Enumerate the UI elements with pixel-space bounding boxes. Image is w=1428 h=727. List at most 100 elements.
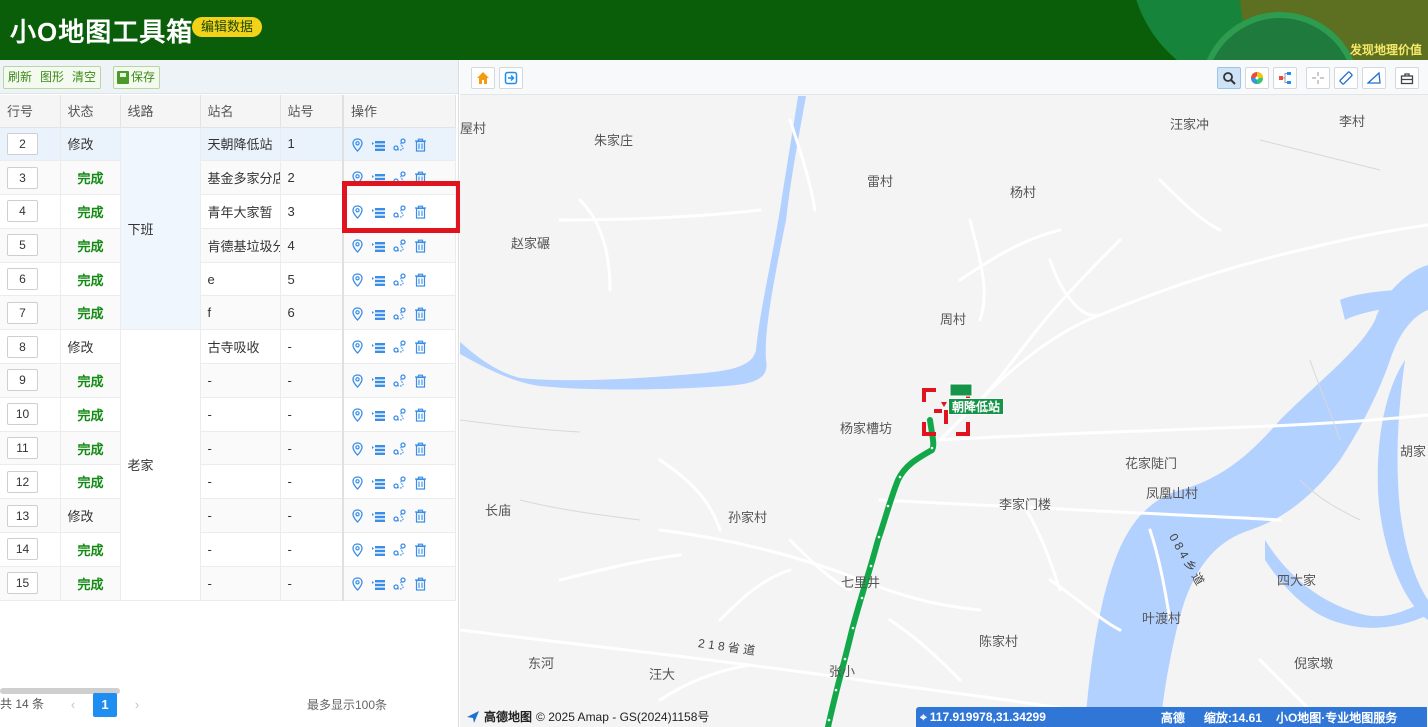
row-number-box[interactable]: 4 — [7, 200, 38, 223]
list-icon[interactable] — [372, 273, 385, 287]
delete-icon[interactable] — [414, 273, 427, 287]
locate-icon[interactable] — [351, 340, 364, 355]
row-number-box[interactable]: 5 — [7, 234, 38, 257]
list-icon[interactable] — [372, 442, 385, 456]
route-path-icon[interactable] — [393, 543, 406, 557]
route-path-icon[interactable] — [393, 307, 406, 321]
delete-icon[interactable] — [414, 442, 427, 456]
route-path-icon[interactable] — [393, 138, 406, 152]
table-row[interactable]: 12 完成 - - — [0, 464, 456, 500]
delete-icon[interactable] — [414, 307, 427, 321]
search-button[interactable] — [1217, 67, 1241, 89]
locate-icon[interactable] — [351, 408, 364, 422]
column-header-station-name[interactable]: 站名 — [200, 95, 281, 128]
list-icon[interactable] — [372, 239, 385, 253]
route-path-icon[interactable] — [393, 442, 406, 456]
route-path-icon[interactable] — [393, 340, 406, 354]
delete-icon[interactable] — [414, 340, 427, 355]
delete-icon[interactable] — [414, 543, 427, 557]
table-row[interactable]: 2 修改 下班 天朝降低站 1 — [0, 127, 456, 331]
measure-area-button[interactable] — [1362, 67, 1386, 89]
next-page-button[interactable]: › — [125, 693, 149, 717]
delete-icon[interactable] — [414, 374, 427, 388]
list-icon[interactable] — [372, 374, 385, 388]
delete-icon[interactable] — [414, 138, 427, 152]
table-row[interactable]: 5 完成 肯德基垃圾分 4 — [0, 228, 456, 263]
crosshair-button[interactable] — [1306, 67, 1330, 89]
save-button[interactable]: 保存 — [113, 66, 161, 89]
table-row[interactable]: 15 完成 - - — [0, 566, 456, 601]
locate-icon[interactable] — [351, 138, 364, 152]
route-path-icon[interactable] — [393, 239, 406, 253]
locate-icon[interactable] — [351, 307, 364, 321]
delete-icon[interactable] — [414, 408, 427, 422]
measure-distance-button[interactable] — [1334, 67, 1358, 89]
delete-icon[interactable] — [414, 239, 427, 253]
column-header-status[interactable]: 状态 — [60, 95, 121, 128]
row-number-box[interactable]: 3 — [7, 166, 38, 189]
list-icon[interactable] — [372, 577, 385, 591]
locate-button[interactable] — [499, 67, 523, 89]
row-number-box[interactable]: 9 — [7, 369, 38, 392]
row-number-box[interactable]: 2 — [7, 132, 38, 155]
table-row[interactable]: 7 完成 f 6 — [0, 295, 456, 331]
list-icon[interactable] — [372, 307, 385, 321]
table-row[interactable]: 14 完成 - - — [0, 532, 456, 567]
list-icon[interactable] — [372, 476, 385, 490]
locate-icon[interactable] — [351, 509, 364, 524]
map-view[interactable]: 屋村 朱家庄 汪家冲 李村 雷村 杨村 赵家碾 周村 杨家槽坊 花家陡门 胡家 … — [460, 60, 1428, 727]
page-1-button[interactable]: 1 — [93, 693, 117, 717]
station-label[interactable]: 朝降低站 — [948, 398, 1005, 415]
table-row[interactable]: 8 修改 老家 古寺吸收 - — [0, 329, 456, 601]
locate-icon[interactable] — [351, 239, 364, 253]
delete-icon[interactable] — [414, 509, 427, 524]
refresh-button[interactable]: 刷新 — [4, 67, 36, 88]
row-number-box[interactable]: 11 — [7, 437, 38, 460]
locate-icon[interactable] — [351, 374, 364, 389]
shape-button[interactable]: 图形 — [36, 67, 68, 88]
route-path-icon[interactable] — [393, 475, 406, 490]
row-number-box[interactable]: 14 — [7, 538, 38, 561]
row-number-box[interactable]: 7 — [7, 301, 38, 324]
table-row[interactable]: 9 完成 - - — [0, 363, 456, 398]
list-icon[interactable] — [372, 340, 385, 354]
home-button[interactable] — [471, 67, 495, 89]
list-icon[interactable] — [372, 408, 385, 422]
list-icon[interactable] — [372, 138, 385, 152]
route-path-icon[interactable] — [393, 408, 406, 422]
row-number-box[interactable]: 13 — [7, 504, 38, 527]
row-number-box[interactable]: 15 — [7, 572, 38, 595]
locate-icon[interactable] — [351, 475, 364, 490]
map-canvas[interactable] — [460, 60, 1428, 727]
route-path-icon[interactable] — [393, 273, 406, 287]
list-icon[interactable] — [372, 543, 385, 557]
clear-button[interactable]: 清空 — [68, 67, 100, 88]
row-number-box[interactable]: 8 — [7, 335, 38, 358]
table-row[interactable]: 11 完成 - - — [0, 431, 456, 466]
row-number-box[interactable]: 12 — [7, 470, 38, 493]
list-icon[interactable] — [372, 509, 385, 523]
locate-icon[interactable] — [351, 442, 364, 456]
table-row[interactable]: 10 完成 - - — [0, 397, 456, 432]
route-path-icon[interactable] — [393, 374, 406, 388]
delete-icon[interactable] — [414, 476, 427, 490]
column-header-station-no[interactable]: 站号 — [280, 95, 344, 128]
table-row[interactable]: 13 修改 - - — [0, 498, 456, 534]
table-row[interactable]: 6 完成 e 5 — [0, 262, 456, 297]
row-number-box[interactable]: 10 — [7, 403, 38, 426]
locate-icon[interactable] — [351, 273, 364, 287]
route-path-icon[interactable] — [393, 509, 406, 523]
delete-icon[interactable] — [414, 577, 427, 591]
locate-icon[interactable] — [351, 543, 364, 558]
map-provider[interactable]: 高德 — [1161, 709, 1185, 726]
row-number-box[interactable]: 6 — [7, 268, 38, 291]
column-header-rownum[interactable]: 行号 — [0, 95, 61, 128]
locate-icon[interactable] — [351, 577, 364, 591]
toolbox-button[interactable] — [1395, 67, 1419, 89]
station-no-cell: 5 — [280, 262, 344, 297]
layers-button[interactable] — [1245, 67, 1269, 89]
prev-page-button[interactable]: ‹ — [61, 693, 85, 717]
route-path-icon[interactable] — [393, 577, 406, 591]
column-header-line[interactable]: 线路 — [120, 95, 201, 128]
structure-button[interactable] — [1273, 67, 1297, 89]
